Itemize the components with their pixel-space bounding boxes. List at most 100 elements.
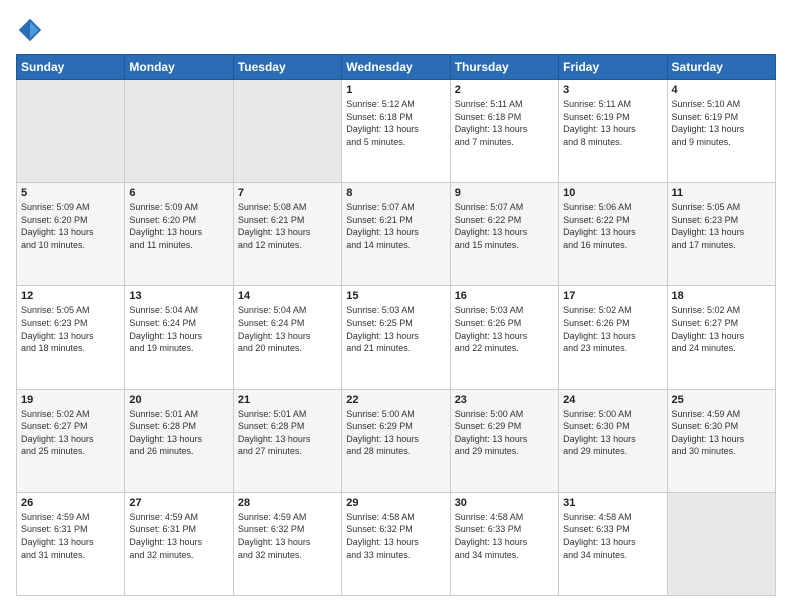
calendar-cell: 30Sunrise: 4:58 AM Sunset: 6:33 PM Dayli… bbox=[450, 492, 558, 595]
calendar-cell: 2Sunrise: 5:11 AM Sunset: 6:18 PM Daylig… bbox=[450, 80, 558, 183]
calendar-cell: 29Sunrise: 4:58 AM Sunset: 6:32 PM Dayli… bbox=[342, 492, 450, 595]
day-info: Sunrise: 5:04 AM Sunset: 6:24 PM Dayligh… bbox=[238, 304, 337, 354]
day-info: Sunrise: 5:08 AM Sunset: 6:21 PM Dayligh… bbox=[238, 201, 337, 251]
calendar-cell: 10 Sunrise: 5:06 AM Sunset: 6:22 PM Dayli… bbox=[559, 183, 667, 286]
calendar-cell bbox=[667, 492, 775, 595]
day-number: 4 bbox=[672, 84, 771, 96]
day-info: Sunrise: 4:58 AM Sunset: 6:33 PM Dayligh… bbox=[563, 511, 662, 561]
day-info: Sunrise: 5:02 AM Sunset: 6:27 PM Dayligh… bbox=[672, 304, 771, 354]
calendar-cell: 28 Sunrise: 4:59 AM Sunset: 6:32 PM Dayli… bbox=[233, 492, 341, 595]
day-number: 27 bbox=[129, 497, 228, 509]
calendar-cell: 4 Sunrise: 5:10 AM Sunset: 6:19 PM Daylig… bbox=[667, 80, 775, 183]
calendar-cell: 8 Sunrise: 5:07 AM Sunset: 6:21 PM Daylig… bbox=[342, 183, 450, 286]
calendar-cell: 22 Sunrise: 5:00 AM Sunset: 6:29 PM Dayli… bbox=[342, 389, 450, 492]
day-info: Sunrise: 5:02 AM Sunset: 6:27 PM Dayligh… bbox=[21, 408, 120, 458]
day-info: Sunrise: 5:05 AM Sunset: 6:23 PM Dayligh… bbox=[21, 304, 120, 354]
logo-icon bbox=[16, 16, 44, 44]
calendar-header: SundayMondayTuesdayWednesdayThursdayFrid… bbox=[17, 55, 776, 80]
calendar-cell: 14 Sunrise: 5:04 AM Sunset: 6:24 PM Dayli… bbox=[233, 286, 341, 389]
calendar-cell: 3 Sunrise: 5:11 AM Sunset: 6:19 PM Daylig… bbox=[559, 80, 667, 183]
day-number: 13 bbox=[129, 290, 228, 302]
calendar-body: 1 Sunrise: 5:12 AM Sunset: 6:18 PM Daylig… bbox=[17, 80, 776, 596]
calendar-cell: 27 Sunrise: 4:59 AM Sunset: 6:31 PM Dayli… bbox=[125, 492, 233, 595]
day-info: Sunrise: 5:03 AM Sunset: 6:26 PM Dayligh… bbox=[455, 304, 554, 354]
day-info: Sunrise: 4:59 AM Sunset: 6:32 PM Dayligh… bbox=[238, 511, 337, 561]
day-info: Sunrise: 5:00 AM Sunset: 6:29 PM Dayligh… bbox=[346, 408, 445, 458]
day-info: Sunrise: 4:59 AM Sunset: 6:30 PM Dayligh… bbox=[672, 408, 771, 458]
day-number: 29 bbox=[346, 497, 445, 509]
day-info: Sunrise: 5:00 AM Sunset: 6:30 PM Dayligh… bbox=[563, 408, 662, 458]
day-info: Sunrise: 5:01 AM Sunset: 6:28 PM Dayligh… bbox=[238, 408, 337, 458]
header bbox=[16, 16, 776, 44]
day-number: 31 bbox=[563, 497, 662, 509]
day-number: 8 bbox=[346, 187, 445, 199]
day-info: Sunrise: 4:58 AM Sunset: 6:33 PM Dayligh… bbox=[455, 511, 554, 561]
calendar-cell: 19 Sunrise: 5:02 AM Sunset: 6:27 PM Dayli… bbox=[17, 389, 125, 492]
day-number: 6 bbox=[129, 187, 228, 199]
day-number: 3 bbox=[563, 84, 662, 96]
calendar-cell: 12 Sunrise: 5:05 AM Sunset: 6:23 PM Dayli… bbox=[17, 286, 125, 389]
week-row-1: 5Sunrise: 5:09 AM Sunset: 6:20 PM Daylig… bbox=[17, 183, 776, 286]
week-row-2: 12 Sunrise: 5:05 AM Sunset: 6:23 PM Dayli… bbox=[17, 286, 776, 389]
day-info: Sunrise: 5:06 AM Sunset: 6:22 PM Dayligh… bbox=[563, 201, 662, 251]
day-header-wednesday: Wednesday bbox=[342, 55, 450, 80]
calendar-cell: 21 Sunrise: 5:01 AM Sunset: 6:28 PM Dayli… bbox=[233, 389, 341, 492]
day-number: 16 bbox=[455, 290, 554, 302]
page: SundayMondayTuesdayWednesdayThursdayFrid… bbox=[0, 0, 792, 612]
day-number: 7 bbox=[238, 187, 337, 199]
calendar-cell: 23 Sunrise: 5:00 AM Sunset: 6:29 PM Dayli… bbox=[450, 389, 558, 492]
week-row-0: 1 Sunrise: 5:12 AM Sunset: 6:18 PM Daylig… bbox=[17, 80, 776, 183]
day-info: Sunrise: 5:11 AM Sunset: 6:18 PM Dayligh… bbox=[455, 98, 554, 148]
calendar-cell bbox=[233, 80, 341, 183]
week-row-3: 19 Sunrise: 5:02 AM Sunset: 6:27 PM Dayli… bbox=[17, 389, 776, 492]
calendar-cell bbox=[125, 80, 233, 183]
day-info: Sunrise: 5:09 AM Sunset: 6:20 PM Dayligh… bbox=[21, 201, 120, 251]
day-info: Sunrise: 5:02 AM Sunset: 6:26 PM Dayligh… bbox=[563, 304, 662, 354]
day-number: 1 bbox=[346, 84, 445, 96]
day-number: 24 bbox=[563, 394, 662, 406]
calendar-cell: 18Sunrise: 5:02 AM Sunset: 6:27 PM Dayli… bbox=[667, 286, 775, 389]
day-header-sunday: Sunday bbox=[17, 55, 125, 80]
calendar-cell: 15 Sunrise: 5:03 AM Sunset: 6:25 PM Dayli… bbox=[342, 286, 450, 389]
day-header-monday: Monday bbox=[125, 55, 233, 80]
day-number: 23 bbox=[455, 394, 554, 406]
day-info: Sunrise: 5:09 AM Sunset: 6:20 PM Dayligh… bbox=[129, 201, 228, 251]
day-info: Sunrise: 4:59 AM Sunset: 6:31 PM Dayligh… bbox=[21, 511, 120, 561]
day-number: 15 bbox=[346, 290, 445, 302]
calendar-cell: 11Sunrise: 5:05 AM Sunset: 6:23 PM Dayli… bbox=[667, 183, 775, 286]
day-header-friday: Friday bbox=[559, 55, 667, 80]
day-number: 10 bbox=[563, 187, 662, 199]
calendar-cell: 24 Sunrise: 5:00 AM Sunset: 6:30 PM Dayli… bbox=[559, 389, 667, 492]
days-header-row: SundayMondayTuesdayWednesdayThursdayFrid… bbox=[17, 55, 776, 80]
day-info: Sunrise: 5:03 AM Sunset: 6:25 PM Dayligh… bbox=[346, 304, 445, 354]
day-info: Sunrise: 5:07 AM Sunset: 6:22 PM Dayligh… bbox=[455, 201, 554, 251]
day-header-saturday: Saturday bbox=[667, 55, 775, 80]
day-number: 28 bbox=[238, 497, 337, 509]
calendar-cell: 1 Sunrise: 5:12 AM Sunset: 6:18 PM Daylig… bbox=[342, 80, 450, 183]
day-info: Sunrise: 5:00 AM Sunset: 6:29 PM Dayligh… bbox=[455, 408, 554, 458]
day-info: Sunrise: 5:04 AM Sunset: 6:24 PM Dayligh… bbox=[129, 304, 228, 354]
day-number: 22 bbox=[346, 394, 445, 406]
calendar-cell: 13 Sunrise: 5:04 AM Sunset: 6:24 PM Dayli… bbox=[125, 286, 233, 389]
day-info: Sunrise: 5:07 AM Sunset: 6:21 PM Dayligh… bbox=[346, 201, 445, 251]
day-info: Sunrise: 5:12 AM Sunset: 6:18 PM Dayligh… bbox=[346, 98, 445, 148]
calendar-cell bbox=[17, 80, 125, 183]
day-number: 12 bbox=[21, 290, 120, 302]
calendar-cell: 31 Sunrise: 4:58 AM Sunset: 6:33 PM Dayli… bbox=[559, 492, 667, 595]
day-info: Sunrise: 4:59 AM Sunset: 6:31 PM Dayligh… bbox=[129, 511, 228, 561]
calendar-cell: 6 Sunrise: 5:09 AM Sunset: 6:20 PM Daylig… bbox=[125, 183, 233, 286]
day-number: 21 bbox=[238, 394, 337, 406]
day-info: Sunrise: 5:11 AM Sunset: 6:19 PM Dayligh… bbox=[563, 98, 662, 148]
day-number: 19 bbox=[21, 394, 120, 406]
day-header-tuesday: Tuesday bbox=[233, 55, 341, 80]
calendar-cell: 9Sunrise: 5:07 AM Sunset: 6:22 PM Daylig… bbox=[450, 183, 558, 286]
calendar-cell: 25Sunrise: 4:59 AM Sunset: 6:30 PM Dayli… bbox=[667, 389, 775, 492]
day-info: Sunrise: 5:01 AM Sunset: 6:28 PM Dayligh… bbox=[129, 408, 228, 458]
day-info: Sunrise: 5:10 AM Sunset: 6:19 PM Dayligh… bbox=[672, 98, 771, 148]
day-number: 14 bbox=[238, 290, 337, 302]
logo bbox=[16, 16, 48, 44]
day-number: 17 bbox=[563, 290, 662, 302]
day-header-thursday: Thursday bbox=[450, 55, 558, 80]
calendar-cell: 7 Sunrise: 5:08 AM Sunset: 6:21 PM Daylig… bbox=[233, 183, 341, 286]
week-row-4: 26Sunrise: 4:59 AM Sunset: 6:31 PM Dayli… bbox=[17, 492, 776, 595]
